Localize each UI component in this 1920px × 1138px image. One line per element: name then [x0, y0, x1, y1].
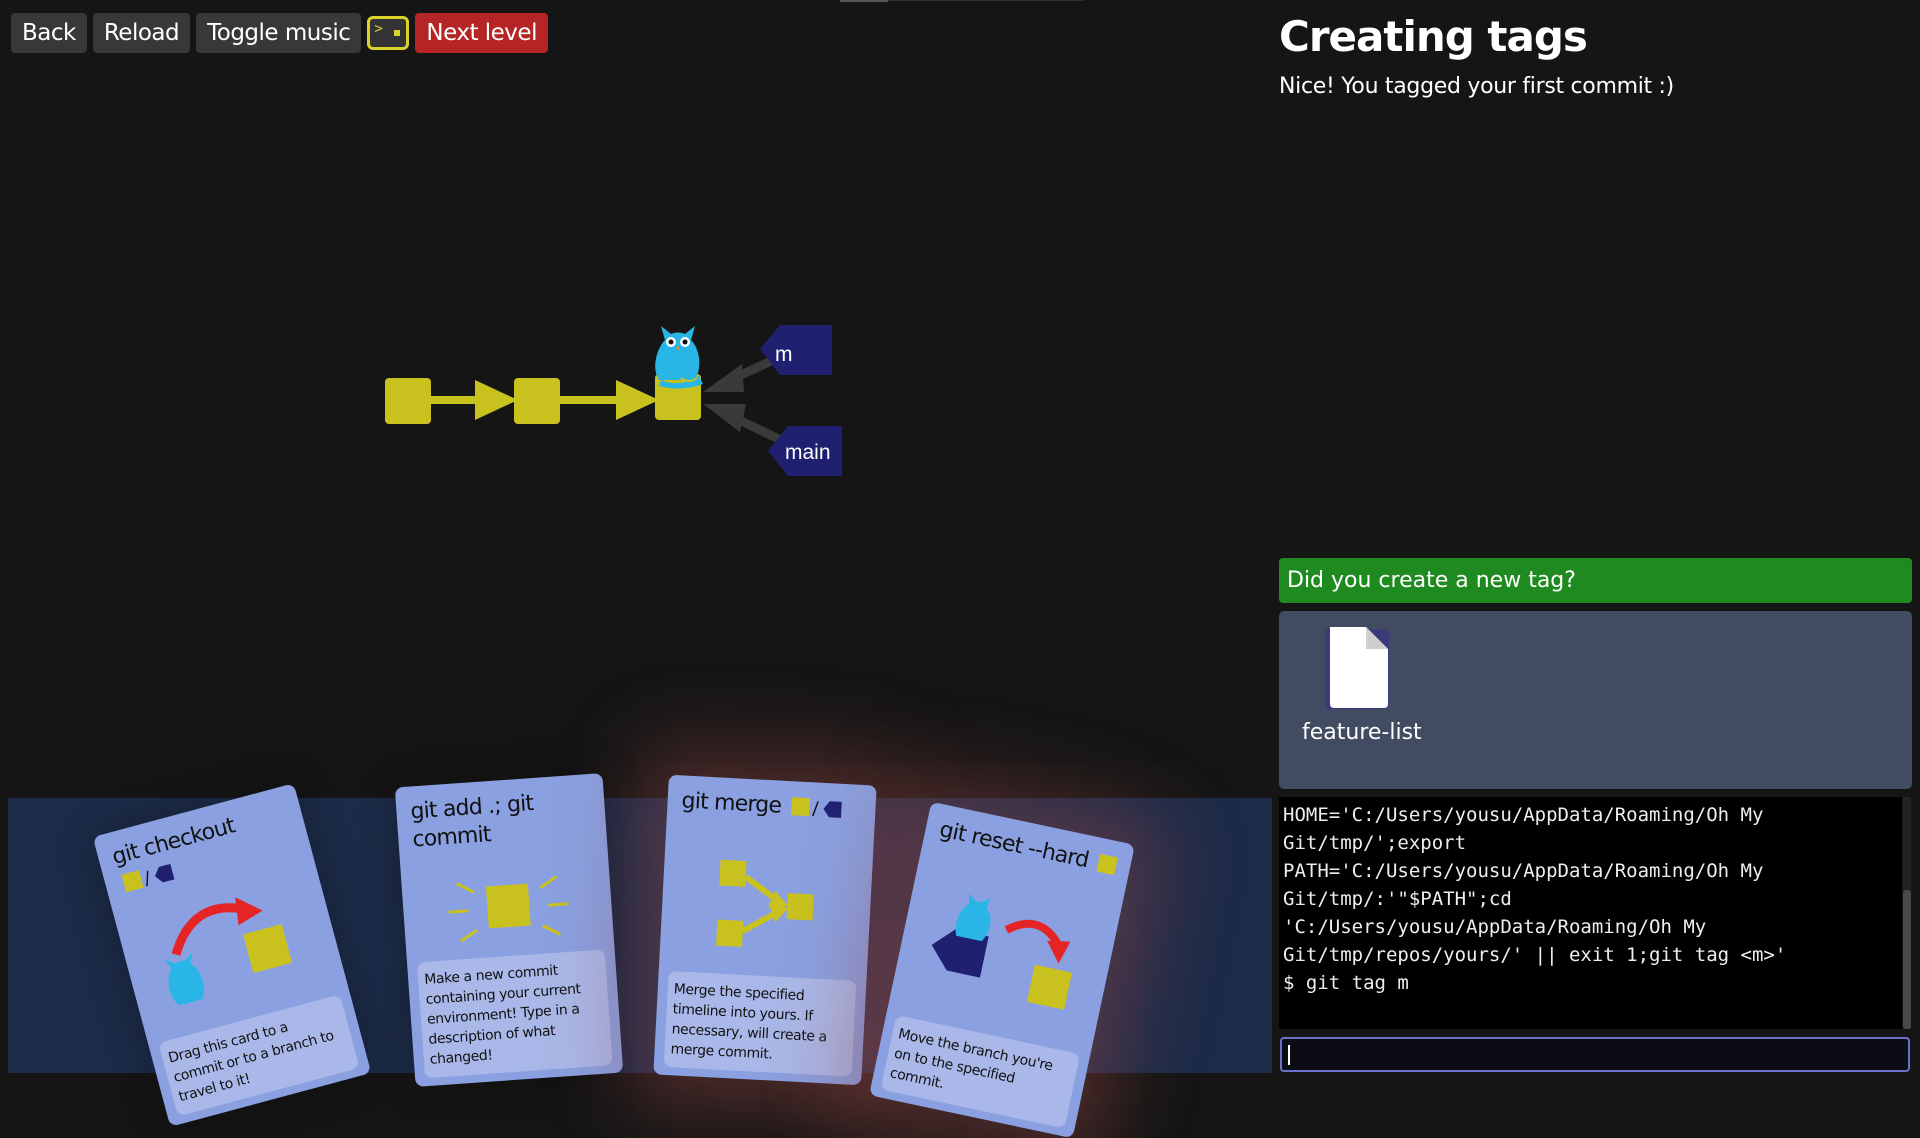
terminal-line: PATH='C:/Users/yousu/AppData/Roaming/Oh … [1283, 860, 1764, 882]
reset-icon [931, 893, 1072, 1010]
text-caret [1288, 1045, 1290, 1065]
branch-arrow [703, 352, 782, 392]
card-git-merge[interactable]: git merge / Merge the specified timeline… [653, 774, 877, 1086]
branch-arrow [703, 404, 787, 447]
terminal-line: $ git tag m [1283, 972, 1409, 994]
branch-label-m[interactable]: m [760, 325, 832, 375]
owl-icon[interactable] [655, 326, 703, 389]
branch-label-main[interactable]: main [768, 426, 842, 476]
file-name: feature-list [1302, 720, 1422, 745]
terminal-line: Git/tmp/';export [1283, 832, 1467, 854]
terminal-line: Git/tmp/repos/yours/' || exit 1;git tag … [1283, 944, 1787, 966]
level-description: Nice! You tagged your first commit :) [1279, 74, 1674, 99]
goal-check: Did you create a new tag? [1279, 558, 1912, 603]
commit-node[interactable] [514, 378, 560, 424]
file-icon [1325, 627, 1389, 709]
terminal-line: HOME='C:/Users/yousu/AppData/Roaming/Oh … [1283, 804, 1764, 826]
level-title: Creating tags [1279, 12, 1588, 61]
commit-branch-icon: / [790, 797, 842, 820]
terminal-scroll-thumb[interactable] [1903, 890, 1911, 1029]
card-title: git add .; git commit [409, 791, 535, 853]
file-browser [1279, 611, 1912, 789]
svg-text:/: / [812, 798, 820, 819]
card-git-commit[interactable]: git add .; git commit Make a new commit … [394, 773, 624, 1087]
commit-arrow [430, 380, 518, 420]
commit-icon [1096, 853, 1118, 876]
terminal-output: HOME='C:/Users/yousu/AppData/Roaming/Oh … [1279, 797, 1902, 1029]
file-item[interactable] [1303, 626, 1413, 716]
card-description: Make a new commit containing your curren… [417, 949, 613, 1079]
command-input[interactable] [1280, 1037, 1910, 1072]
terminal-line: 'C:/Users/yousu/AppData/Roaming/Oh My [1283, 916, 1707, 938]
commit-graph: m main [385, 325, 842, 476]
card-title: git merge / [681, 787, 867, 825]
commit-arrow [560, 380, 659, 420]
merge-icon [716, 859, 814, 947]
branch-m-text: m [775, 343, 793, 366]
branch-main-text: main [785, 441, 831, 464]
commit-node[interactable] [385, 378, 431, 424]
terminal-line: Git/tmp/:'"$PATH";cd [1283, 888, 1512, 910]
svg-text:/: / [142, 868, 154, 890]
card-description: Move the branch you're on to the specifi… [880, 1015, 1081, 1129]
card-description: Merge the specified timeline into yours.… [663, 971, 857, 1077]
